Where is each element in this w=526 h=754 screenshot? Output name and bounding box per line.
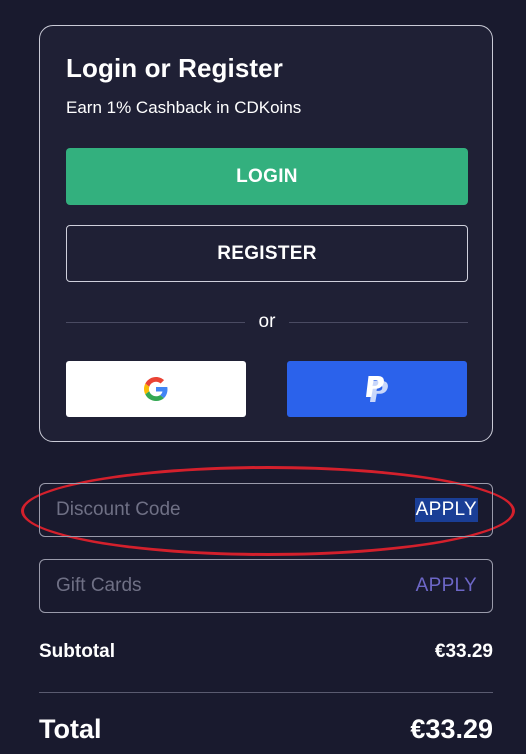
divider-line-left xyxy=(66,321,245,323)
discount-code-input[interactable] xyxy=(56,499,356,521)
gift-card-field: APPLY xyxy=(39,559,493,613)
total-value: €33.29 xyxy=(410,714,493,744)
login-card: Login or Register Earn 1% Cashback in CD… xyxy=(39,25,493,442)
gift-card-input[interactable] xyxy=(56,575,356,597)
paypal-login-button[interactable] xyxy=(287,361,467,417)
checkout-sidebar: Login or Register Earn 1% Cashback in CD… xyxy=(0,0,526,754)
login-button[interactable]: LOGIN xyxy=(66,148,468,205)
or-text: or xyxy=(258,311,276,332)
summary-divider xyxy=(39,692,493,693)
subtotal-row: Subtotal €33.29 xyxy=(39,641,493,663)
subtotal-label: Subtotal xyxy=(39,641,115,662)
card-title: Login or Register xyxy=(66,53,283,83)
cashback-subtitle: Earn 1% Cashback in CDKoins xyxy=(66,98,302,117)
subtotal-value: €33.29 xyxy=(434,641,493,662)
paypal-icon xyxy=(366,376,388,402)
register-button[interactable]: REGISTER xyxy=(66,225,468,282)
total-label: Total xyxy=(39,714,102,744)
divider-line-right xyxy=(289,321,468,323)
google-icon xyxy=(144,377,168,401)
google-login-button[interactable] xyxy=(66,361,246,417)
or-divider: or xyxy=(66,310,468,334)
discount-apply-button[interactable]: APPLY xyxy=(414,498,478,522)
total-row: Total €33.29 xyxy=(39,714,493,745)
gift-card-apply-button[interactable]: APPLY xyxy=(415,574,478,598)
discount-code-field: APPLY xyxy=(39,483,493,537)
